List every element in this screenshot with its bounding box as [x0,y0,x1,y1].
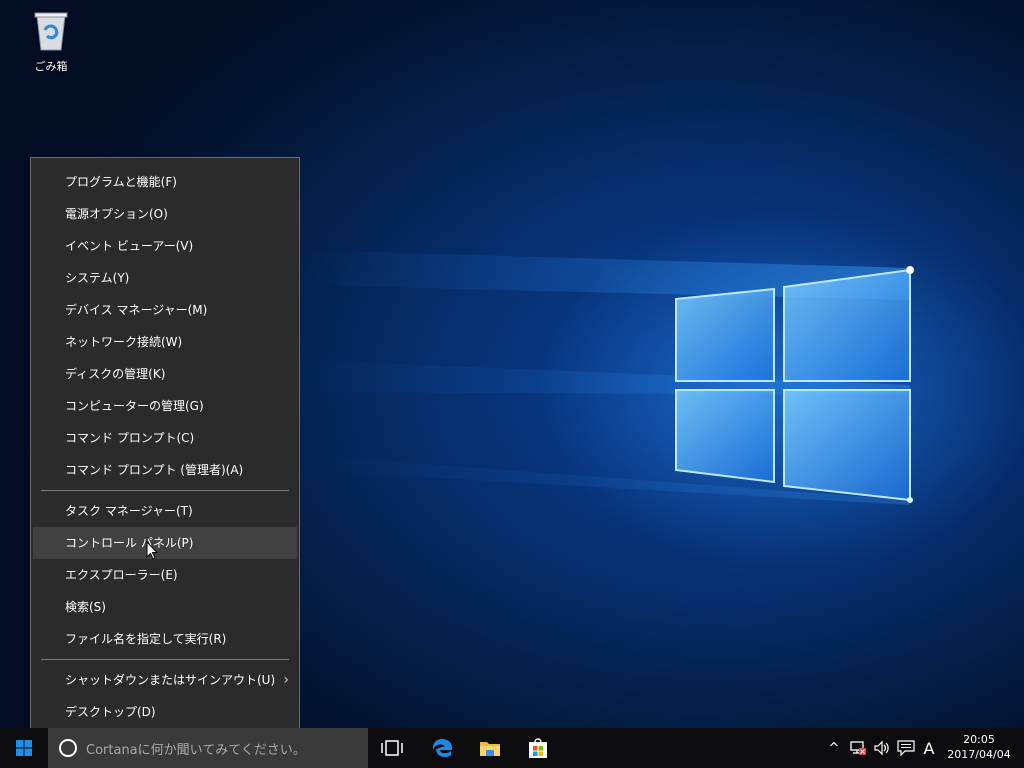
taskbar: Cortanaに何か聞いてみてください。 ^ A 20:05 2017/04/0… [0,728,1024,768]
edge-icon [432,739,453,757]
chevron-up-icon: ^ [828,740,840,756]
edge-button[interactable] [418,728,466,768]
show-hidden-icons-button[interactable]: ^ [826,728,842,768]
windows-logo-icon [16,740,32,756]
menu-item-event-viewer[interactable]: イベント ビューアー(V) [33,230,297,262]
ime-mode-button[interactable]: A [920,728,938,768]
volume-tray-button[interactable] [872,728,892,768]
task-view-button[interactable] [368,728,416,768]
network-disconnected-icon [850,741,866,755]
menu-item-computer-management[interactable]: コンピューターの管理(G) [33,390,297,422]
menu-item-desktop[interactable]: デスクトップ(D) [33,696,297,728]
store-button[interactable] [514,728,562,768]
menu-item-label: シャットダウンまたはサインアウト(U) [65,673,276,687]
start-button[interactable] [0,728,48,768]
notification-icon [897,740,915,756]
menu-item-explorer[interactable]: エクスプローラー(E) [33,559,297,591]
menu-item-command-prompt[interactable]: コマンド プロンプト(C) [33,422,297,454]
menu-item-shutdown-signout[interactable]: シャットダウンまたはサインアウト(U) › [33,664,297,696]
search-placeholder: Cortanaに何か聞いてみてください。 [86,742,306,758]
menu-item-system[interactable]: システム(Y) [33,262,297,294]
menu-item-power-options[interactable]: 電源オプション(O) [33,198,297,230]
ime-mode-indicator: A [923,738,935,758]
menu-item-command-prompt-admin[interactable]: コマンド プロンプト (管理者)(A) [33,454,297,486]
menu-item-programs-features[interactable]: プログラムと機能(F) [33,166,297,198]
network-tray-button[interactable] [848,728,868,768]
cortana-icon [59,739,77,757]
mouse-pointer-icon [146,541,158,560]
menu-separator [41,659,289,660]
recycle-bin-shortcut[interactable]: ごみ箱 [22,8,80,74]
speaker-icon [874,740,889,756]
menu-item-run[interactable]: ファイル名を指定して実行(R) [33,623,297,655]
menu-item-disk-management[interactable]: ディスクの管理(K) [33,358,297,390]
quick-link-menu: プログラムと機能(F) 電源オプション(O) イベント ビューアー(V) システ… [30,157,300,736]
store-icon [529,738,547,758]
chevron-right-icon: › [283,672,289,688]
recycle-bin-icon [34,12,68,51]
cortana-search-box[interactable]: Cortanaに何か聞いてみてください。 [48,728,368,768]
recycle-bin-label: ごみ箱 [34,60,68,73]
file-explorer-button[interactable] [466,728,514,768]
menu-item-task-manager[interactable]: タスク マネージャー(T) [33,495,297,527]
menu-item-search[interactable]: 検索(S) [33,591,297,623]
menu-separator [41,490,289,491]
task-view-icon [381,740,403,756]
file-explorer-icon [480,742,500,756]
menu-item-device-manager[interactable]: デバイス マネージャー(M) [33,294,297,326]
clock-date: 2017/04/04 [947,748,1011,761]
menu-item-network-connections[interactable]: ネットワーク接続(W) [33,326,297,358]
taskbar-clock[interactable]: 20:05 2017/04/04 [944,728,1014,768]
action-center-button[interactable] [896,728,916,768]
menu-item-control-panel[interactable]: コントロール パネル(P) [33,527,297,559]
clock-time: 20:05 [963,733,995,746]
